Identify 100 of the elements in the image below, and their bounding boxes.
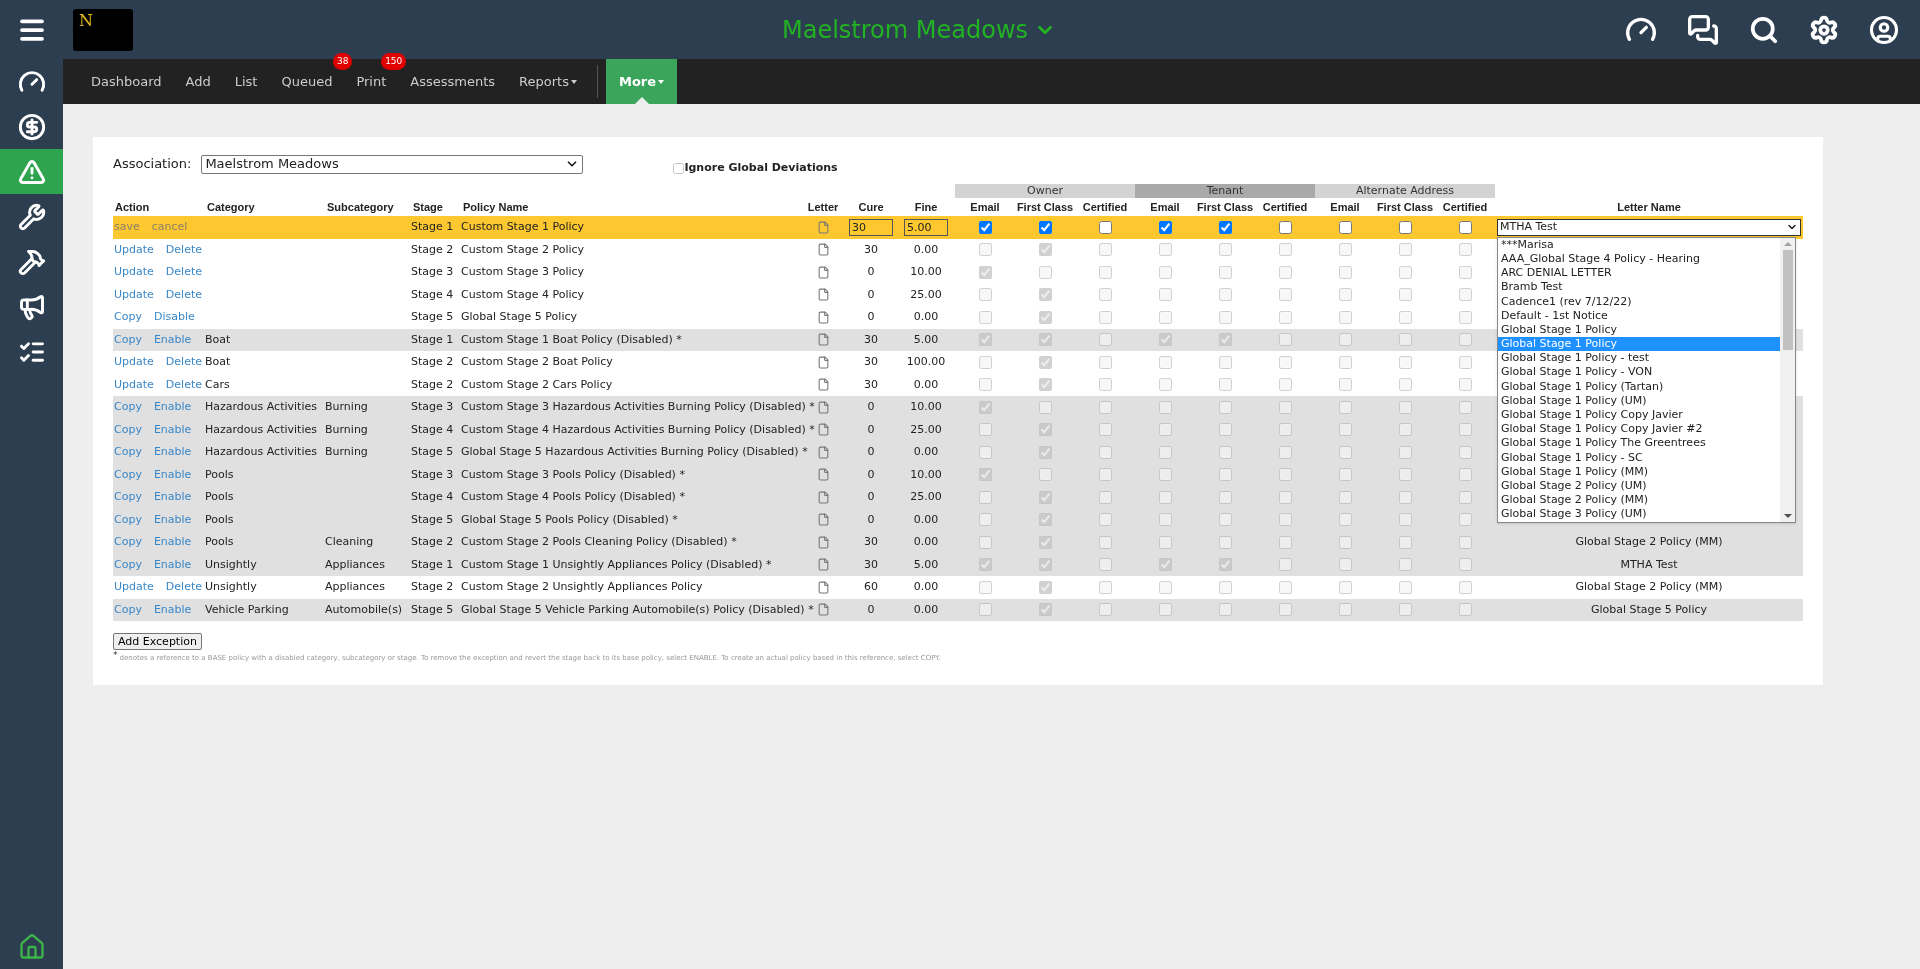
add-exception-button[interactable]: Add Exception <box>113 633 202 650</box>
document-icon[interactable] <box>816 310 830 324</box>
document-icon[interactable] <box>816 423 830 437</box>
dropdown-option[interactable]: ***Marisa <box>1498 237 1780 252</box>
cure-field[interactable]: 30 <box>849 218 893 236</box>
document-icon[interactable] <box>816 580 830 594</box>
chat-icon[interactable] <box>1687 13 1719 46</box>
action-link[interactable]: Enable <box>153 512 192 526</box>
action-link[interactable]: Copy <box>114 557 142 571</box>
action-link[interactable]: Enable <box>153 422 192 436</box>
nav-link[interactable]: Dashboard <box>79 71 174 92</box>
checkbox[interactable] <box>1098 220 1112 234</box>
action-link[interactable]: Update <box>114 265 154 278</box>
action-link[interactable]: Enable <box>153 445 192 458</box>
dropdown-option[interactable]: Global Stage 1 Policy The Greentrees <box>1498 436 1780 451</box>
checkbox[interactable] <box>1218 220 1232 234</box>
association-title[interactable]: Maelstrom Meadows <box>782 11 1056 48</box>
dropdown-option[interactable]: Global Stage 1 Policy <box>1498 337 1780 352</box>
document-icon[interactable] <box>816 355 830 369</box>
dropdown-option[interactable]: Global Stage 1 Policy Copy Javier #2 <box>1498 422 1780 437</box>
action-link[interactable]: Update <box>114 242 154 256</box>
dropdown-option[interactable]: Global Stage 1 Policy (UM) <box>1498 393 1780 408</box>
action-link[interactable]: Delete <box>165 580 202 593</box>
dropdown-option[interactable]: Default - 1st Notice <box>1498 308 1780 323</box>
action-link[interactable]: Copy <box>114 467 142 481</box>
action-link[interactable]: Update <box>114 287 154 301</box>
dropdown-option[interactable]: Global Stage 1 Policy (Tartan) <box>1498 379 1780 394</box>
action-link[interactable]: Update <box>114 580 154 593</box>
document-icon[interactable] <box>816 490 830 504</box>
document-icon[interactable] <box>816 535 830 549</box>
document-icon[interactable] <box>816 243 830 257</box>
document-icon[interactable] <box>816 558 830 572</box>
more-menu-tab[interactable]: More <box>605 59 678 104</box>
action-link[interactable]: Copy <box>114 512 142 526</box>
home-icon[interactable] <box>17 932 46 961</box>
dropdown-option[interactable]: Global Stage 1 Policy - VON <box>1498 365 1780 380</box>
action-link[interactable]: Copy <box>114 445 142 458</box>
logo[interactable]: N <box>73 8 133 51</box>
dropdown-option[interactable]: Global Stage 1 Policy Copy Javier <box>1498 408 1780 423</box>
action-link[interactable]: Disable <box>153 310 195 323</box>
action-link[interactable]: Delete <box>165 355 202 368</box>
action-link[interactable]: Update <box>114 377 154 391</box>
action-link[interactable]: Enable <box>153 535 192 548</box>
checkbox[interactable] <box>1158 220 1172 234</box>
dropdown-option[interactable]: Bramb Test <box>1498 280 1780 295</box>
action-link[interactable]: Enable <box>153 400 192 413</box>
checkbox[interactable] <box>1278 220 1292 234</box>
action-link[interactable]: Copy <box>114 310 142 323</box>
action-link[interactable]: Enable <box>153 467 192 481</box>
user-icon[interactable] <box>1869 14 1899 45</box>
action-link[interactable]: Delete <box>165 377 202 391</box>
action-link[interactable]: Enable <box>153 332 192 346</box>
document-icon[interactable] <box>816 333 830 347</box>
document-icon[interactable] <box>816 468 830 482</box>
document-icon[interactable] <box>816 400 830 414</box>
action-link[interactable]: save <box>114 220 140 233</box>
action-link[interactable]: cancel <box>151 220 188 233</box>
dropdown-option[interactable]: ARC DENIAL LETTER <box>1498 266 1780 281</box>
document-icon[interactable] <box>816 220 830 234</box>
dropdown-option[interactable]: Global Stage 3 Policy (UM) <box>1498 507 1780 522</box>
dropdown-option[interactable]: Global Stage 1 Policy <box>1498 322 1780 338</box>
action-link[interactable]: Copy <box>114 422 142 436</box>
nav-link[interactable]: Add <box>173 71 223 92</box>
dropdown-option[interactable]: Global Stage 1 Policy - SC <box>1498 450 1780 465</box>
checkbox[interactable] <box>1038 220 1052 234</box>
dropdown-option[interactable]: Global Stage 1 Policy - test <box>1498 351 1780 366</box>
document-icon[interactable] <box>816 288 830 302</box>
action-link[interactable]: Update <box>114 355 154 368</box>
checkbox[interactable] <box>1398 220 1412 234</box>
document-icon[interactable] <box>816 603 830 617</box>
search-icon[interactable] <box>1749 14 1779 45</box>
dropdown-option[interactable]: Cadence1 (rev 7/12/22) <box>1498 294 1780 309</box>
action-link[interactable]: Delete <box>165 287 202 301</box>
action-link[interactable]: Delete <box>165 242 202 256</box>
document-icon[interactable] <box>816 378 830 392</box>
action-link[interactable]: Enable <box>153 602 192 616</box>
nav-link[interactable]: Assessments <box>398 71 508 92</box>
action-link[interactable]: Copy <box>114 535 142 548</box>
checkbox[interactable] <box>1458 220 1472 234</box>
action-link[interactable]: Copy <box>114 602 142 616</box>
dropdown-option[interactable]: Global Stage 2 Policy (UM) <box>1498 478 1780 494</box>
checkbox[interactable] <box>978 220 992 234</box>
action-link[interactable]: Enable <box>153 557 192 571</box>
action-link[interactable]: Enable <box>153 490 192 503</box>
association-select[interactable]: Maelstrom Meadows <box>201 154 584 174</box>
dropdown-option[interactable]: AAA_Global Stage 4 Policy - Hearing <box>1498 251 1780 267</box>
letter-select[interactable]: MTHA Test <box>1497 218 1801 236</box>
settings-icon[interactable] <box>1809 14 1839 45</box>
document-icon[interactable] <box>816 265 830 279</box>
checkbox[interactable] <box>1338 220 1352 234</box>
action-link[interactable]: Copy <box>114 332 142 346</box>
dropdown-option[interactable]: Global Stage 2 Policy (MM) <box>1498 493 1780 508</box>
scrollbar[interactable] <box>1780 237 1795 522</box>
document-icon[interactable] <box>816 445 830 459</box>
nav-link[interactable]: List <box>222 71 270 92</box>
action-link[interactable]: Delete <box>165 265 202 278</box>
action-link[interactable]: Copy <box>114 400 142 413</box>
fine-field[interactable]: 5.00 <box>904 218 948 236</box>
nav-link[interactable]: Reports <box>507 71 589 92</box>
document-icon[interactable] <box>816 513 830 527</box>
